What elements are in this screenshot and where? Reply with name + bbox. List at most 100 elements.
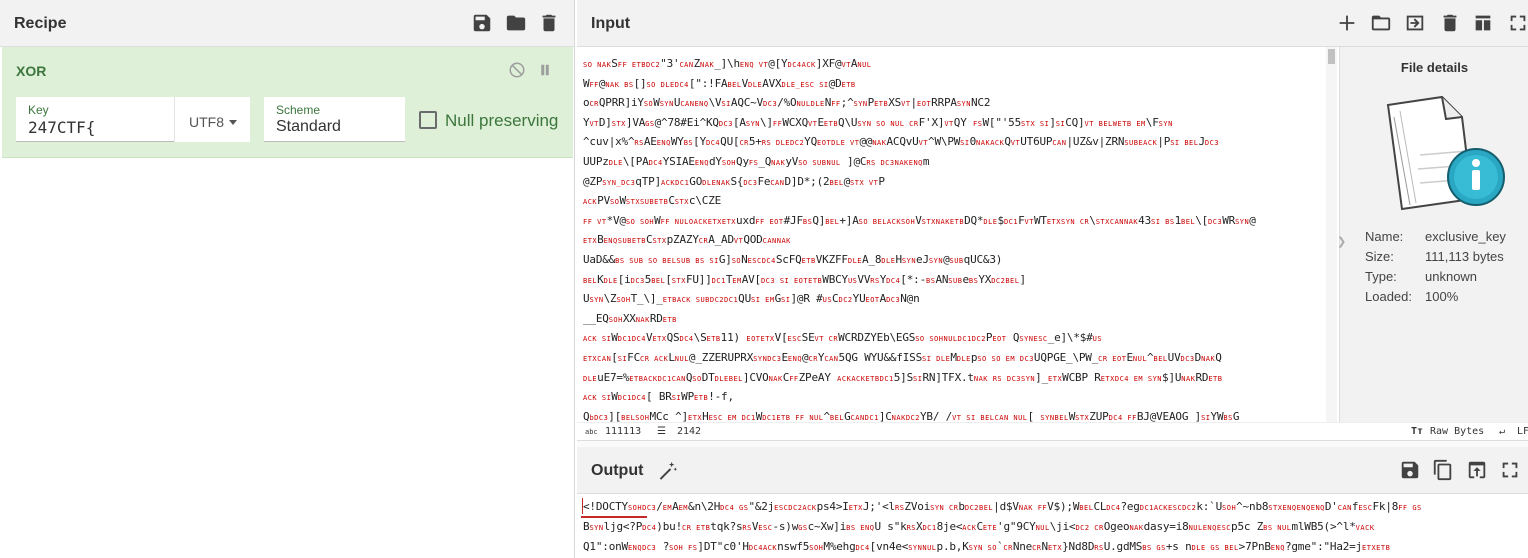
control-char-glyph: SYNBEL [1040, 413, 1069, 422]
text-run: MCc ^] [649, 409, 688, 422]
clear-input-button[interactable] [1439, 12, 1461, 34]
control-char-glyph: DC4 [642, 524, 657, 532]
disable-operation-button[interactable] [508, 61, 526, 79]
text-run: [] [633, 76, 647, 90]
text-run: ljg<?P [603, 520, 643, 533]
input-line: YVTD]STX]VAGS@^78#Ei^KQDC3[ASYN\]FFWCXQV… [583, 113, 1323, 133]
text-encoding-icon[interactable]: Tт [1411, 426, 1423, 437]
output-textarea[interactable]: <!DOCTYSOHDC3/EMAEM&n\2HDC4 GS"&2jESCDC2… [577, 494, 1528, 558]
control-char-glyph: ETB [823, 119, 839, 128]
text-run: QU [738, 292, 752, 306]
control-char-glyph: VT [901, 100, 911, 109]
text-run: \S [693, 331, 707, 345]
null-preserving-checkbox[interactable] [419, 111, 437, 129]
maximise-output-button[interactable] [1499, 459, 1521, 481]
save-output-button[interactable] [1399, 459, 1421, 481]
replace-input-button[interactable] [1466, 459, 1488, 481]
control-char-glyph: SI [721, 100, 731, 109]
collapse-handle-icon[interactable]: ❯ [1337, 235, 1346, 248]
control-char-glyph: BEL [1181, 217, 1196, 226]
control-char-glyph: ETXETB [1362, 544, 1391, 552]
control-char-glyph: NAK BS [605, 80, 634, 89]
control-char-glyph: NULENQESC [1188, 524, 1232, 532]
text-run: Q\U [838, 115, 858, 129]
text-run: \[ [1195, 213, 1209, 227]
trash-icon [542, 14, 556, 32]
control-char-glyph: NAK [771, 158, 786, 167]
control-char-glyph: DC4 [648, 158, 663, 167]
text-run: QOD [743, 233, 763, 247]
control-char-glyph: EM [662, 504, 673, 512]
save-recipe-button[interactable] [471, 12, 493, 34]
control-char-glyph: ESC [787, 335, 802, 344]
control-char-glyph: STX [652, 237, 667, 246]
clear-recipe-button[interactable] [538, 12, 560, 34]
text-run: nswf5 [777, 540, 810, 553]
text-run: Fk|8 [1372, 500, 1399, 513]
load-recipe-button[interactable] [505, 12, 527, 34]
file-size-row: Size: 111,113 bytes [1365, 249, 1506, 269]
magic-button[interactable] [657, 460, 679, 482]
key-input[interactable]: 247CTF{ [28, 118, 95, 137]
text-run: 5]S [893, 370, 914, 384]
text-run: M%ehg [823, 540, 856, 553]
text-run: Q1":onW [583, 540, 628, 553]
control-char-glyph: SI BEL [1170, 139, 1199, 148]
open-folder-button[interactable] [1370, 12, 1392, 34]
input-line-count: 2142 [677, 426, 702, 437]
text-run: ;^ [840, 96, 854, 110]
maximise-icon [1510, 15, 1526, 31]
input-encoding[interactable]: Raw Bytes [1430, 426, 1484, 437]
scheme-select[interactable]: Scheme Standard [264, 97, 405, 142]
key-encoding-dropdown[interactable]: UTF8 [174, 97, 250, 142]
maximise-input-button[interactable] [1507, 12, 1528, 34]
control-char-glyph: CR ACK [640, 354, 669, 363]
input-eol[interactable]: LF [1517, 426, 1528, 437]
input-scrollbar-thumb[interactable] [1328, 49, 1335, 64]
control-char-glyph: BS [683, 139, 694, 148]
control-char-glyph: NAK [700, 61, 715, 69]
control-char-glyph: FF NULOACKETXETX [660, 217, 737, 226]
add-input-tab-button[interactable] [1336, 12, 1358, 34]
control-char-glyph: STXSUBETB [625, 198, 669, 207]
control-char-glyph: ETB [841, 80, 856, 89]
reset-layout-button[interactable] [1472, 12, 1494, 34]
open-file-button[interactable] [1404, 12, 1426, 34]
input-scrollbar[interactable] [1326, 47, 1337, 422]
control-char-glyph: CAN [824, 354, 839, 363]
input-title: Input [591, 15, 631, 32]
key-encoding-value: UTF8 [189, 114, 224, 130]
control-char-glyph: NAK [768, 374, 783, 383]
control-char-glyph: SUB [948, 276, 963, 285]
text-run: [i [617, 272, 631, 286]
null-preserving-label[interactable]: Null preserving [445, 111, 558, 131]
control-char-glyph: BEL [651, 276, 666, 285]
text-run: [vn4e< [869, 540, 909, 553]
pause-operation-button[interactable] [536, 61, 554, 79]
text-run: _]\h [714, 57, 740, 70]
eol-icon[interactable]: ↵ [1499, 426, 1505, 437]
control-char-glyph: EOT [865, 296, 880, 305]
io-divider[interactable] [577, 440, 1528, 447]
input-textarea[interactable]: SO NAKSFF ETBDC2"3'CANZNAK_]\hENQ VT@[YD… [577, 47, 1337, 422]
input-line: DLEuE7=%ETBACKDC1CANQSODTDLEBEL]CVONAKCF… [583, 368, 1323, 388]
control-char-glyph: RS DC3NAKENQ [866, 158, 923, 167]
text-run: ]@C [840, 154, 867, 168]
control-char-glyph: DLEBEL [714, 374, 743, 383]
control-char-glyph: BS ENQ [846, 524, 875, 532]
text-run: @^78#Ei^KQ [654, 115, 719, 129]
xor-operation[interactable]: XOR Key 247CTF{ UTF8 Scheme Standard Nul… [2, 47, 573, 158]
input-line: USYN\ZSOHT_\]_ETBACK SUBDC2DC1QUSI EMGSI… [583, 289, 1323, 309]
control-char-glyph: US [1092, 335, 1103, 344]
control-char-glyph: CR [698, 237, 709, 246]
control-char-glyph: NAK FF [1018, 504, 1048, 512]
output-lines: <!DOCTYSOHDC3/EMAEM&n\2HDC4 GS"&2jESCDC2… [583, 497, 1518, 557]
file-type-row: Type: unknown [1365, 269, 1506, 289]
control-char-glyph: NAK [635, 315, 650, 324]
control-char-glyph: ETE [982, 524, 998, 532]
control-char-glyph: FS [748, 158, 759, 167]
control-char-glyph: SUBEACK [1124, 139, 1158, 148]
text-run: FU]] [685, 272, 712, 286]
text-run: ?eg [1120, 500, 1140, 513]
copy-output-button[interactable] [1432, 459, 1454, 481]
